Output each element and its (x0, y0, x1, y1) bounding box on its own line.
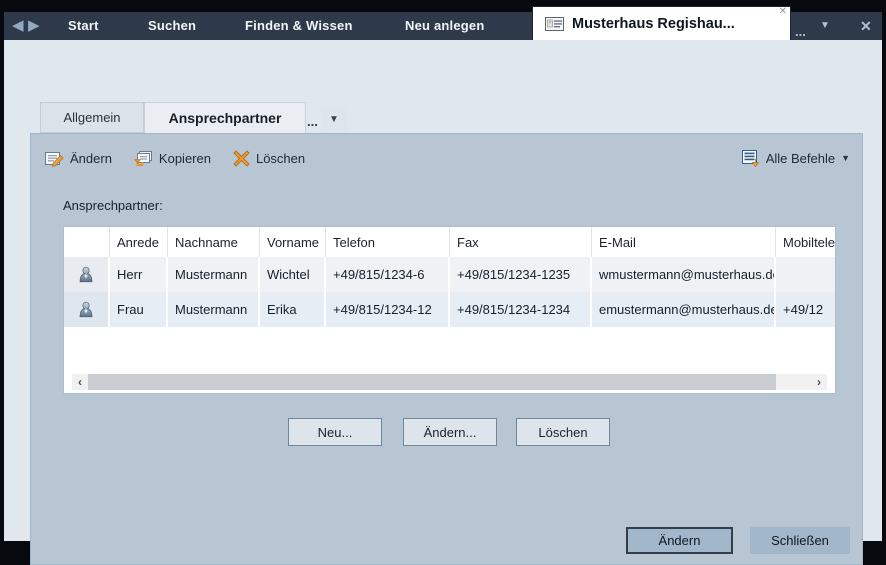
nav-item-neu-anlegen[interactable]: Neu anlegen (405, 18, 485, 33)
chevron-down-icon: ▼ (841, 153, 850, 163)
command-list-icon (742, 150, 760, 167)
window-close-icon[interactable]: ✕ (860, 18, 872, 35)
list-label: Ansprechpartner: (63, 198, 163, 213)
person-icon (64, 257, 110, 292)
tab-ansprechpartner[interactable]: Ansprechpartner (144, 102, 306, 133)
cell-email: wmustermann@musterhaus.de (592, 257, 776, 292)
nav-back-icon[interactable]: ◀ (12, 16, 24, 34)
cell-nachname: Mustermann (168, 292, 260, 327)
column-header-vorname[interactable]: Vorname (260, 227, 326, 257)
cell-telefon: +49/815/1234-12 (326, 292, 450, 327)
scroll-left-icon[interactable]: ‹ (72, 374, 88, 390)
document-tab-close-icon[interactable]: ✕ (779, 6, 787, 17)
toolbar-edit-label: Ändern (70, 151, 112, 166)
toolbar-delete-label: Löschen (256, 151, 305, 166)
cell-email: emustermann@musterhaus.de (592, 292, 776, 327)
ansprechpartner-panel: Ändern Kopieren (30, 133, 863, 565)
table-row[interactable]: Frau Mustermann Erika +49/815/1234-12 +4… (64, 292, 835, 327)
column-header-nachname[interactable]: Nachname (168, 227, 260, 257)
chevron-down-icon: ▼ (329, 114, 339, 125)
column-header-anrede[interactable]: Anrede (110, 227, 168, 257)
toolbar-copy-button[interactable]: Kopieren (134, 150, 211, 167)
footer-edit-label: Ändern (659, 533, 701, 548)
cell-nachname: Mustermann (168, 257, 260, 292)
cell-anrede: Herr (110, 257, 168, 292)
tabbar-dropdown[interactable]: ▼ (321, 107, 347, 131)
edit-icon (45, 150, 64, 167)
nav-forward-icon[interactable]: ▶ (28, 16, 40, 34)
nav-item-finden-wissen[interactable]: Finden & Wissen (245, 18, 353, 33)
copy-icon (134, 150, 153, 167)
column-header-email[interactable]: E-Mail (592, 227, 776, 257)
all-commands-button[interactable]: Alle Befehle ▼ (742, 144, 850, 172)
footer-close-button[interactable]: Schließen (750, 527, 850, 554)
all-commands-label: Alle Befehle (766, 151, 835, 166)
cell-vorname: Erika (260, 292, 326, 327)
cell-vorname: Wichtel (260, 257, 326, 292)
toolbar-copy-label: Kopieren (159, 151, 211, 166)
cell-fax: +49/815/1234-1235 (450, 257, 592, 292)
column-header-mobiltelefon[interactable]: Mobiltelefon (776, 227, 835, 257)
delete-button-label: Löschen (538, 425, 587, 440)
cell-fax: +49/815/1234-1234 (450, 292, 592, 327)
cell-anrede: Frau (110, 292, 168, 327)
panel-toolbar: Ändern Kopieren (45, 144, 305, 172)
toolbar-edit-button[interactable]: Ändern (45, 150, 112, 167)
scrollbar-track[interactable] (776, 374, 811, 390)
tab-allgemein[interactable]: Allgemein (40, 102, 144, 133)
footer-close-label: Schließen (771, 533, 829, 548)
table-header-row: Anrede Nachname Vorname Telefon Fax E-Ma… (64, 227, 835, 257)
content-area: Allgemein Ansprechpartner ... ▼ Änder (4, 40, 882, 541)
edit-button-label: Ändern... (424, 425, 477, 440)
new-button[interactable]: Neu... (288, 418, 382, 446)
toolbar-delete-button[interactable]: Löschen (233, 150, 305, 167)
cell-telefon: +49/815/1234-6 (326, 257, 450, 292)
document-tab-label: Musterhaus Regishau... (572, 16, 735, 32)
tabbar-overflow[interactable]: ... (307, 114, 318, 129)
contacts-table[interactable]: Anrede Nachname Vorname Telefon Fax E-Ma… (63, 226, 836, 394)
contact-card-icon (545, 17, 564, 31)
scrollbar-thumb[interactable] (88, 374, 776, 390)
nav-item-suchen[interactable]: Suchen (148, 18, 196, 33)
nav-overflow[interactable]: ... (795, 24, 806, 39)
nav-dropdown-icon[interactable]: ▼ (820, 20, 830, 31)
nav-item-start[interactable]: Start (68, 18, 99, 33)
column-header-telefon[interactable]: Telefon (326, 227, 450, 257)
tab-ansprechpartner-label: Ansprechpartner (169, 110, 282, 126)
document-tab-musterhaus[interactable]: Musterhaus Regishau... ✕ (533, 7, 790, 40)
table-row[interactable]: Herr Mustermann Wichtel +49/815/1234-6 +… (64, 257, 835, 292)
person-icon (64, 292, 110, 327)
new-button-label: Neu... (318, 425, 353, 440)
delete-button[interactable]: Löschen (516, 418, 610, 446)
footer-edit-button[interactable]: Ändern (626, 527, 733, 554)
scroll-right-icon[interactable]: › (811, 374, 827, 390)
column-header-fax[interactable]: Fax (450, 227, 592, 257)
tab-allgemein-label: Allgemein (63, 110, 120, 125)
delete-x-icon (233, 150, 250, 167)
edit-button[interactable]: Ändern... (403, 418, 497, 446)
cell-mobiltelefon: +49/12 (776, 292, 835, 327)
horizontal-scrollbar[interactable]: ‹ › (72, 374, 827, 390)
cell-mobiltelefon (776, 257, 835, 292)
column-header-icon[interactable] (64, 227, 110, 257)
